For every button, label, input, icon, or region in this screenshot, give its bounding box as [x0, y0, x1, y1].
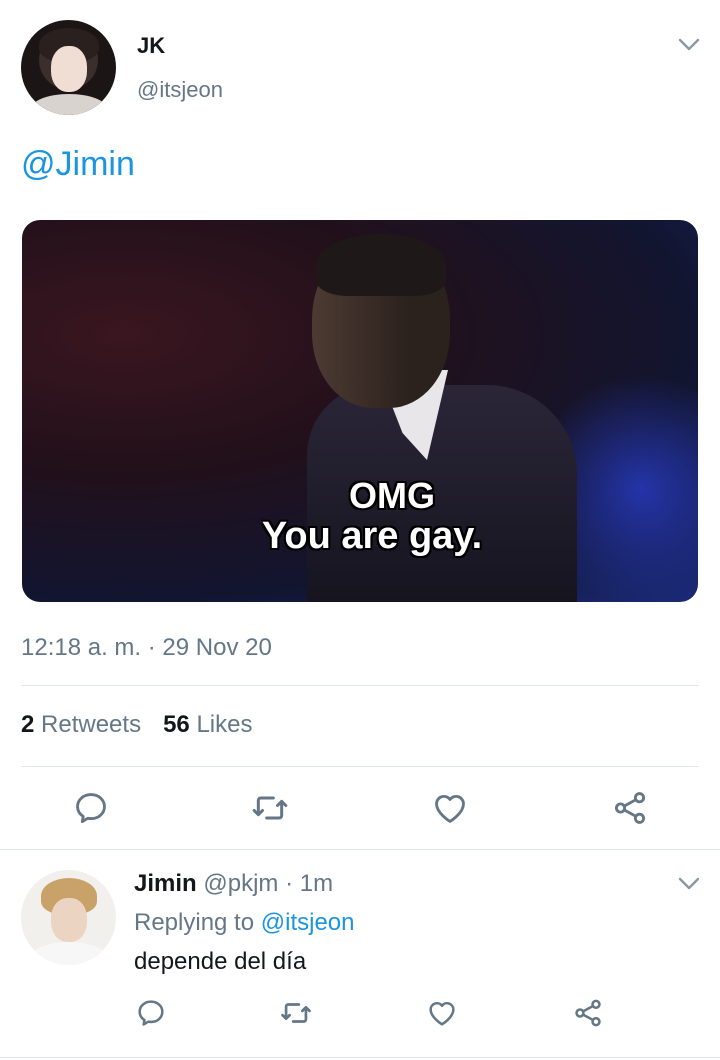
likes-count: 56	[163, 711, 190, 738]
likes-label: Likes	[196, 711, 253, 738]
reply-tweet[interactable]: Jimin @pkjm · 1m Replying to @itsjeon de…	[0, 850, 720, 1060]
replying-to-link[interactable]: @itsjeon	[261, 909, 355, 936]
divider	[21, 685, 699, 686]
likes-stat[interactable]: 56 Likes	[163, 711, 252, 738]
reply-author-avatar[interactable]	[21, 870, 116, 965]
share-icon	[614, 792, 646, 824]
chevron-down-icon[interactable]	[678, 877, 700, 891]
share-icon	[575, 999, 601, 1027]
reply-header: Jimin @pkjm · 1m	[134, 870, 333, 898]
author-handle[interactable]: @itsjeon	[137, 77, 223, 103]
author-avatar[interactable]	[21, 20, 116, 115]
share-button[interactable]	[571, 996, 605, 1030]
retweet-icon	[252, 796, 288, 820]
share-button[interactable]	[610, 788, 650, 828]
tweet-text-mention[interactable]: @Jimin	[21, 145, 135, 184]
like-icon	[429, 1001, 455, 1026]
reply-author-handle[interactable]: @pkjm	[203, 870, 278, 897]
replying-to: Replying to @itsjeon	[134, 909, 355, 937]
tweet-media-gif[interactable]: OMG You are gay.	[22, 220, 698, 602]
reply-text: depende del día	[134, 948, 307, 975]
divider	[21, 766, 699, 767]
retweets-stat[interactable]: 2 Retweets	[21, 711, 141, 738]
like-button[interactable]	[425, 996, 459, 1030]
divider	[0, 1057, 720, 1058]
reply-button[interactable]	[71, 788, 111, 828]
like-button[interactable]	[430, 788, 470, 828]
reply-icon	[76, 793, 106, 824]
reply-time: · 1m	[285, 870, 334, 897]
author-name[interactable]: JK	[137, 33, 165, 59]
chevron-down-icon[interactable]	[678, 38, 700, 52]
media-caption-line2: You are gay.	[261, 515, 483, 557]
like-icon	[435, 794, 465, 823]
retweets-label: Retweets	[41, 711, 142, 738]
reply-button[interactable]	[134, 996, 168, 1030]
tweet-timestamp[interactable]: 12:18 a. m. · 29 Nov 20	[21, 634, 272, 662]
reply-author-name[interactable]: Jimin	[134, 870, 197, 897]
retweet-button[interactable]	[279, 996, 313, 1030]
media-caption-line1: OMG	[349, 475, 435, 516]
retweet-button[interactable]	[250, 788, 290, 828]
retweets-count: 2	[21, 711, 35, 738]
replying-prefix: Replying to	[134, 909, 255, 936]
retweet-icon	[281, 1003, 311, 1023]
main-tweet: JK @itsjeon @Jimin OMG You are gay. 12:1…	[0, 0, 720, 850]
reply-icon	[138, 1000, 164, 1026]
tweet-stats: 2 Retweets 56 Likes	[21, 711, 252, 739]
